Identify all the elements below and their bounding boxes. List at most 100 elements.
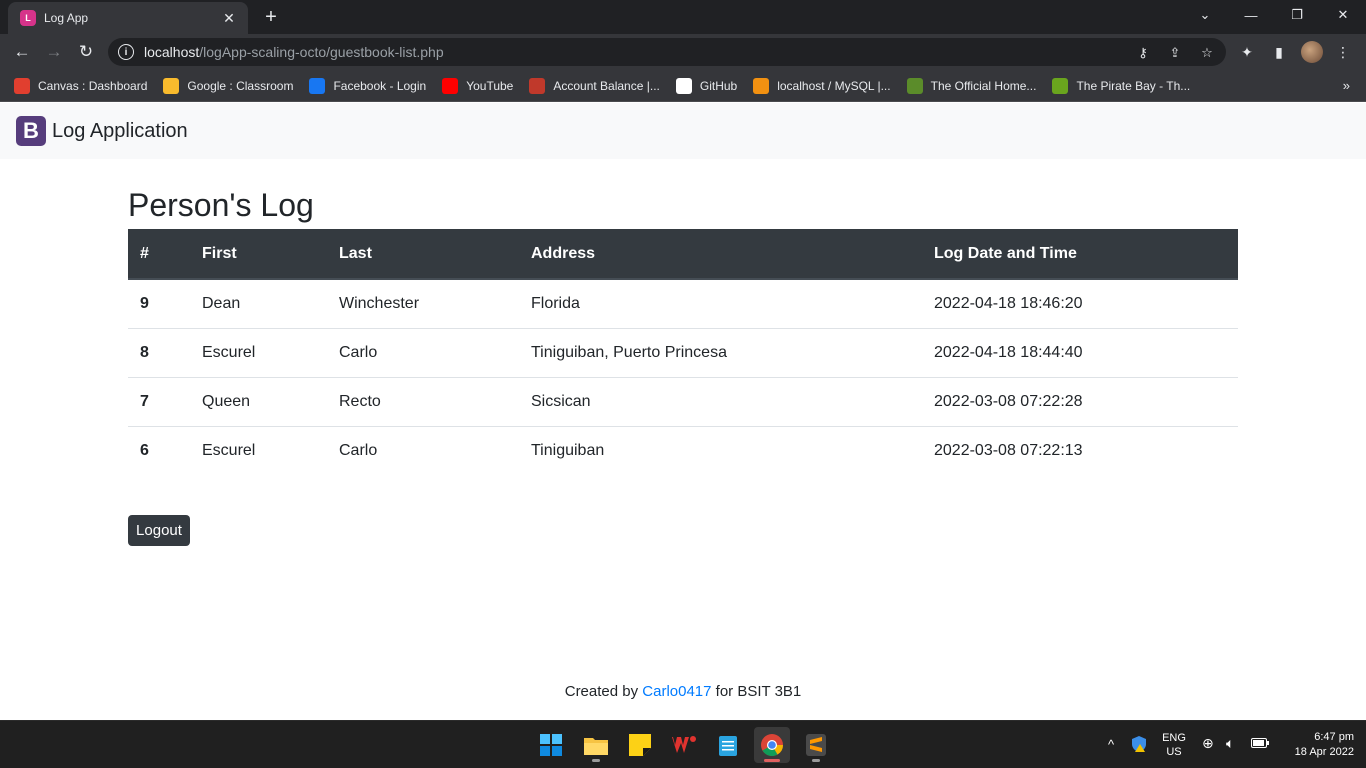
- bookmark-item[interactable]: Canvas : Dashboard: [14, 77, 148, 94]
- profile-avatar[interactable]: [1301, 41, 1323, 63]
- volume-icon[interactable]: 🔈︎: [1226, 735, 1234, 752]
- bookmarks-bar: Canvas : Dashboard Google : Classroom Face…: [0, 70, 1366, 102]
- forward-button[interactable]: →: [41, 39, 67, 65]
- notepad-button[interactable]: [710, 727, 746, 763]
- cell-address: Tiniguiban, Puerto Princesa: [519, 327, 922, 377]
- cell-num: 6: [128, 425, 190, 475]
- cell-num: 9: [140, 294, 149, 312]
- column-header-address: Address: [519, 229, 922, 280]
- web-page: B Log Application Person's Log # First L…: [0, 103, 1366, 720]
- bookmark-label: The Pirate Bay - Th...: [1076, 78, 1191, 93]
- share-icon[interactable]: ⇪: [1166, 44, 1184, 62]
- url-host: localhost: [144, 44, 200, 60]
- bookmark-item[interactable]: The Official Home...: [906, 77, 1037, 94]
- start-button[interactable]: [533, 727, 569, 763]
- table-row: 9 Dean Winchester Florida 2022-04-18 18:46:2…: [128, 279, 1238, 328]
- browser-tab[interactable]: L Log App ✕: [8, 2, 248, 34]
- tab-title: Log App: [44, 11, 89, 25]
- column-header-datetime: Log Date and Time: [922, 229, 1238, 280]
- address-bar[interactable]: i localhost/logApp-scaling-octo/guestboo…: [108, 38, 1226, 66]
- language-indicator[interactable]: ENG US: [1158, 731, 1190, 759]
- page-title: Person's Log: [128, 187, 314, 223]
- bookmark-label: YouTube: [466, 78, 514, 93]
- cell-first: Queen: [190, 376, 327, 426]
- bookmark-item[interactable]: Account Balance |...: [529, 77, 660, 94]
- cell-last: Winchester: [339, 294, 420, 312]
- cell-address: Sicsican: [519, 376, 922, 426]
- close-window-button[interactable]: ✕: [1320, 0, 1366, 30]
- home-icon: [906, 77, 923, 94]
- table-header-row: # First Last Address Log Date and Time: [128, 229, 1238, 280]
- sticky-notes-button[interactable]: [622, 727, 658, 763]
- cell-first: Dean: [202, 294, 241, 312]
- column-header-first: First: [190, 229, 327, 280]
- bootstrap-logo-icon[interactable]: B: [16, 116, 46, 146]
- cell-datetime: 2022-04-18 18:46:20: [934, 294, 1083, 312]
- cell-address: Tiniguiban: [519, 425, 922, 475]
- browser-tab-bar: L Log App ✕ + ⌄ — ❐ ✕: [0, 0, 1366, 34]
- log-table: # First Last Address Log Date and Time 9…: [128, 229, 1238, 475]
- cell-last: Carlo: [327, 327, 519, 377]
- classroom-icon: [163, 77, 180, 94]
- tab-search-button[interactable]: ⌄: [1182, 0, 1228, 30]
- app-favicon-icon: L: [20, 10, 36, 26]
- cell-datetime: 2022-03-08 07:22:28: [922, 376, 1238, 426]
- sublime-text-button[interactable]: [798, 727, 834, 763]
- bookmark-item[interactable]: YouTube: [442, 77, 514, 94]
- sticky-note-icon: [629, 734, 651, 756]
- cell-num: 8: [128, 327, 190, 377]
- browser-toolbar: ← → ↻ i localhost/logApp-scaling-octo/gu…: [0, 34, 1366, 70]
- bookmark-label: Facebook - Login: [333, 78, 427, 93]
- clock-time: 6:47 pm: [1314, 731, 1354, 743]
- wps-office-button[interactable]: [666, 727, 702, 763]
- folder-icon: [584, 738, 608, 755]
- chrome-button[interactable]: [754, 727, 790, 763]
- reload-button[interactable]: ↻: [73, 39, 99, 65]
- site-info-icon[interactable]: i: [118, 44, 134, 60]
- cell-first: Escurel: [190, 327, 327, 377]
- github-icon: [675, 77, 692, 94]
- key-icon[interactable]: ⚷: [1134, 44, 1152, 62]
- windows-icon: [540, 734, 562, 756]
- cell-datetime: 2022-04-18 18:44:40: [922, 327, 1238, 377]
- bookmark-label: The Official Home...: [930, 78, 1037, 93]
- more-bookmarks-icon[interactable]: »: [1343, 78, 1350, 93]
- clock-date: 18 Apr 2022: [1294, 746, 1354, 758]
- brand-title[interactable]: Log Application: [52, 120, 188, 143]
- table-row: 8 Escurel Carlo Tiniguiban, Puerto Princesa…: [128, 327, 1238, 377]
- security-icon[interactable]: [1130, 735, 1148, 756]
- piratebay-icon: [1052, 77, 1069, 94]
- clock[interactable]: 6:47 pm 18 Apr 2022: [1276, 730, 1354, 760]
- menu-icon[interactable]: ⋮: [1333, 42, 1353, 62]
- author-link[interactable]: Carlo0417: [642, 683, 711, 700]
- close-icon[interactable]: ✕: [220, 10, 238, 27]
- side-panel-icon[interactable]: ▮: [1269, 42, 1289, 62]
- show-hidden-icons-button[interactable]: ^: [1108, 737, 1114, 752]
- file-explorer-button[interactable]: [578, 727, 614, 763]
- language-code: ENG: [1162, 732, 1186, 744]
- bookmark-star-icon[interactable]: ☆: [1198, 44, 1216, 62]
- main-container: Person's Log # First Last Address Log Da…: [128, 185, 1238, 475]
- logout-button[interactable]: Logout: [128, 515, 190, 546]
- battery-icon[interactable]: [1251, 737, 1269, 752]
- restore-button[interactable]: ❐: [1274, 0, 1320, 30]
- bookmark-item[interactable]: GitHub: [675, 77, 738, 94]
- minimize-button[interactable]: —: [1228, 0, 1274, 30]
- bookmark-label: GitHub: [699, 78, 738, 93]
- bookmark-label: Account Balance |...: [553, 78, 660, 93]
- bookmark-item[interactable]: The Pirate Bay - Th...: [1052, 77, 1191, 94]
- footer-prefix: Created by: [564, 683, 643, 700]
- back-button[interactable]: ←: [9, 39, 35, 65]
- bookmark-item[interactable]: localhost / MySQL |...: [753, 77, 891, 94]
- extensions-icon[interactable]: ✦: [1237, 42, 1257, 62]
- bookmark-label: Google : Classroom: [187, 78, 294, 93]
- bookmark-item[interactable]: Google : Classroom: [163, 77, 294, 94]
- bookmark-item[interactable]: Facebook - Login: [309, 77, 427, 94]
- phpmyadmin-icon: [753, 77, 770, 94]
- navbar: B Log Application: [0, 103, 1366, 159]
- footer-suffix: for BSIT 3B1: [711, 683, 802, 700]
- network-icon[interactable]: ⊕: [1202, 735, 1214, 752]
- bookmark-label: Canvas : Dashboard: [38, 78, 148, 93]
- footer: Created by Carlo0417 for BSIT 3B1: [0, 683, 1366, 700]
- new-tab-button[interactable]: +: [258, 4, 284, 30]
